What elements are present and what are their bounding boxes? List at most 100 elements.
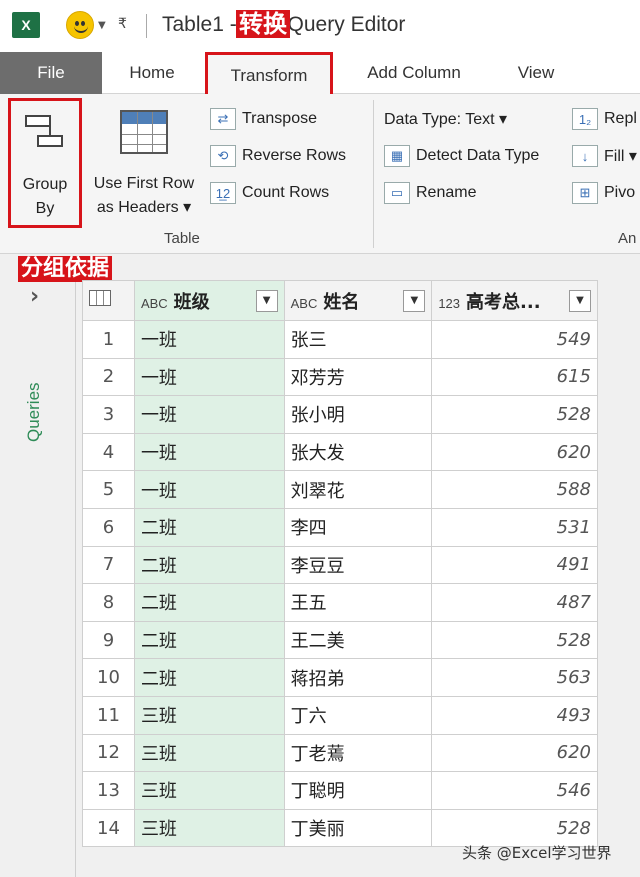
tab-add-column[interactable]: Add Column: [348, 52, 480, 94]
tab-file[interactable]: File: [0, 52, 102, 94]
row-index[interactable]: 9: [82, 620, 135, 660]
cell-score[interactable]: 620: [431, 432, 598, 472]
cell-name[interactable]: 张大发: [283, 432, 433, 472]
text-type-icon[interactable]: ABC: [141, 296, 168, 311]
cell-name[interactable]: 丁六: [283, 695, 433, 735]
table-row[interactable]: 1 一班 张三 549: [82, 320, 598, 359]
table-row[interactable]: 10 二班 蒋招弟 563: [82, 658, 598, 697]
column-header-name[interactable]: ABC 姓名 ▼: [283, 280, 433, 321]
row-index[interactable]: 1: [82, 320, 135, 359]
rename-button[interactable]: ▭ Rename: [384, 178, 476, 208]
cell-name[interactable]: 张小明: [283, 395, 433, 434]
fill-button[interactable]: ↓ Fill ▾: [572, 141, 637, 171]
text-type-icon[interactable]: ABC: [291, 296, 318, 311]
tab-view[interactable]: View: [500, 52, 572, 94]
cell-score[interactable]: 588: [431, 470, 598, 509]
cell-score[interactable]: 491: [431, 545, 598, 585]
column-header-score[interactable]: 123 高考总... ▼: [431, 280, 598, 321]
cell-class[interactable]: 二班: [133, 658, 285, 697]
table-row[interactable]: 8 二班 王五 487: [82, 583, 598, 622]
row-index[interactable]: 7: [82, 545, 135, 585]
table-row[interactable]: 5 一班 刘翠花 588: [82, 470, 598, 509]
chevron-down-icon[interactable]: ▼: [98, 20, 106, 31]
row-index[interactable]: 2: [82, 357, 135, 397]
cell-name[interactable]: 王五: [283, 583, 433, 622]
cell-name[interactable]: 丁美丽: [283, 808, 433, 848]
detect-data-type-button[interactable]: ▦ Detect Data Type: [384, 141, 539, 171]
cell-name[interactable]: 李四: [283, 507, 433, 547]
cell-score[interactable]: 487: [431, 583, 598, 622]
expand-queries-chevron-icon[interactable]: ›: [30, 284, 39, 309]
cell-name[interactable]: 邓芳芳: [283, 357, 433, 397]
use-first-row-as-headers-button[interactable]: Use First Row as Headers ▾: [86, 100, 202, 218]
cell-class[interactable]: 二班: [133, 583, 285, 622]
cell-score[interactable]: 563: [431, 658, 598, 697]
number-type-icon[interactable]: 123: [438, 296, 460, 311]
cell-score[interactable]: 528: [431, 620, 598, 660]
cell-name[interactable]: 蒋招弟: [283, 658, 433, 697]
cell-class[interactable]: 一班: [133, 357, 285, 397]
queries-pane-label[interactable]: Queries: [24, 352, 54, 442]
replace-values-button[interactable]: 1₂ Repl: [572, 104, 637, 134]
cell-class[interactable]: 三班: [133, 695, 285, 735]
row-index[interactable]: 10: [82, 658, 135, 697]
tab-transform[interactable]: Transform: [205, 52, 333, 96]
cell-score[interactable]: 546: [431, 771, 598, 810]
table-row[interactable]: 9 二班 王二美 528: [82, 620, 598, 660]
cell-class[interactable]: 二班: [133, 545, 285, 585]
row-index[interactable]: 5: [82, 470, 135, 509]
transpose-button[interactable]: ⇄ Transpose: [210, 104, 317, 134]
table-row[interactable]: 11 三班 丁六 493: [82, 695, 598, 735]
row-index[interactable]: 8: [82, 583, 135, 622]
cell-class[interactable]: 一班: [133, 395, 285, 434]
cell-class[interactable]: 一班: [133, 470, 285, 509]
transpose-label: Transpose: [242, 110, 317, 127]
row-index[interactable]: 4: [82, 432, 135, 472]
cell-class[interactable]: 二班: [133, 620, 285, 660]
cell-class[interactable]: 三班: [133, 808, 285, 848]
cell-name[interactable]: 张三: [283, 320, 433, 359]
row-index[interactable]: 6: [82, 507, 135, 547]
row-index[interactable]: 12: [82, 733, 135, 773]
row-index[interactable]: 3: [82, 395, 135, 434]
column-filter-dropdown-icon[interactable]: ▼: [569, 289, 591, 312]
cell-score[interactable]: 620: [431, 733, 598, 773]
table-row[interactable]: 2 一班 邓芳芳 615: [82, 357, 598, 397]
cell-score[interactable]: 615: [431, 357, 598, 397]
table-row[interactable]: 3 一班 张小明 528: [82, 395, 598, 434]
quick-access-customize-icon[interactable]: ₹: [118, 16, 127, 32]
smiley-feedback-icon[interactable]: [66, 11, 94, 39]
count-rows-button[interactable]: 1̲2 Count Rows: [210, 178, 329, 208]
pivot-column-button[interactable]: ⊞ Pivo: [572, 178, 635, 208]
column-filter-dropdown-icon[interactable]: ▼: [403, 289, 426, 312]
cell-name[interactable]: 刘翠花: [283, 470, 433, 509]
reverse-rows-button[interactable]: ⟲ Reverse Rows: [210, 141, 346, 171]
group-by-button[interactable]: Group By: [8, 98, 82, 228]
column-header-class[interactable]: ABC 班级 ▼: [133, 280, 285, 321]
cell-score[interactable]: 493: [431, 695, 598, 735]
column-filter-dropdown-icon[interactable]: ▼: [255, 289, 278, 312]
cell-class[interactable]: 二班: [133, 507, 285, 547]
table-row[interactable]: 12 三班 丁老蔫 620: [82, 733, 598, 773]
cell-score[interactable]: 531: [431, 507, 598, 547]
table-row[interactable]: 13 三班 丁聪明 546: [82, 771, 598, 810]
data-type-dropdown[interactable]: Data Type: Text ▾: [384, 104, 507, 134]
cell-class[interactable]: 一班: [133, 320, 285, 359]
cell-class[interactable]: 三班: [133, 733, 285, 773]
table-row[interactable]: 6 二班 李四 531: [82, 507, 598, 547]
table-row[interactable]: 4 一班 张大发 620: [82, 432, 598, 472]
cell-class[interactable]: 三班: [133, 771, 285, 810]
cell-score[interactable]: 528: [431, 395, 598, 434]
cell-class[interactable]: 一班: [133, 432, 285, 472]
row-index[interactable]: 11: [82, 695, 135, 735]
cell-name[interactable]: 王二美: [283, 620, 433, 660]
tab-home[interactable]: Home: [110, 52, 194, 94]
cell-name[interactable]: 丁聪明: [283, 771, 433, 810]
cell-name[interactable]: 李豆豆: [283, 545, 433, 585]
cell-name[interactable]: 丁老蔫: [283, 733, 433, 773]
cell-score[interactable]: 549: [431, 320, 598, 359]
table-row[interactable]: 7 二班 李豆豆 491: [82, 545, 598, 585]
row-index[interactable]: 13: [82, 771, 135, 810]
row-index[interactable]: 14: [82, 808, 135, 848]
table-menu-button[interactable]: [82, 280, 135, 321]
